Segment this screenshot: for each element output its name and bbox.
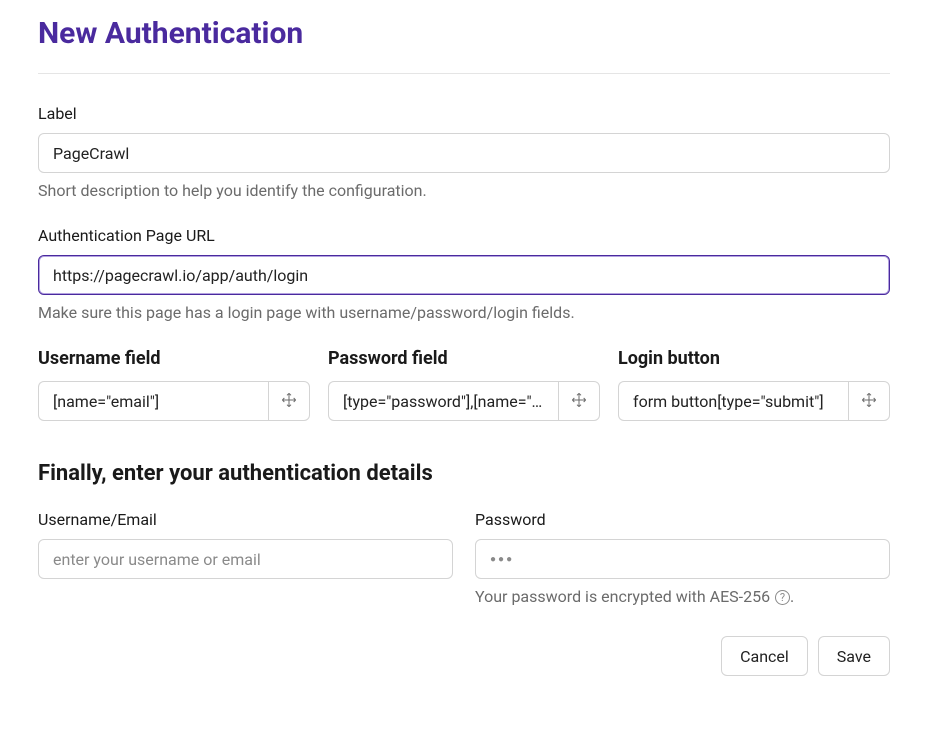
label-help: Short description to help you identify t… [38, 181, 890, 200]
username-selector-heading: Username field [38, 348, 310, 369]
password-label: Password [475, 510, 890, 529]
password-selector-picker-button[interactable] [558, 381, 600, 421]
label-group: Label Short description to help you iden… [38, 104, 890, 200]
username-input[interactable] [38, 539, 453, 579]
login-selector-heading: Login button [618, 348, 890, 369]
selector-row: Username field Password field Login butt… [38, 348, 890, 421]
info-icon[interactable]: ? [775, 590, 790, 605]
auth-url-group: Authentication Page URL Make sure this p… [38, 226, 890, 322]
username-selector-col: Username field [38, 348, 310, 421]
login-selector-col: Login button [618, 348, 890, 421]
password-placeholder-dots: ●●● [490, 554, 514, 565]
move-icon [861, 392, 877, 411]
password-selector-input[interactable] [328, 381, 558, 421]
login-selector-picker-button[interactable] [848, 381, 890, 421]
password-selector-heading: Password field [328, 348, 600, 369]
label-label: Label [38, 104, 890, 123]
password-cred-col: Password ●●● Your password is encrypted … [475, 510, 890, 606]
login-selector-input[interactable] [618, 381, 848, 421]
password-help: Your password is encrypted with AES-256 … [475, 587, 890, 606]
auth-url-label: Authentication Page URL [38, 226, 890, 245]
password-selector-col: Password field [328, 348, 600, 421]
auth-url-input[interactable] [38, 255, 890, 295]
save-button[interactable]: Save [818, 636, 890, 676]
footer-actions: Cancel Save [38, 636, 890, 676]
username-cred-col: Username/Email [38, 510, 453, 606]
move-icon [281, 392, 297, 411]
credentials-heading: Finally, enter your authentication detai… [38, 461, 890, 486]
username-selector-input[interactable] [38, 381, 268, 421]
username-selector-picker-button[interactable] [268, 381, 310, 421]
auth-url-help: Make sure this page has a login page wit… [38, 303, 890, 322]
credentials-row: Username/Email Password ●●● Your passwor… [38, 510, 890, 606]
password-input[interactable]: ●●● [475, 539, 890, 579]
username-label: Username/Email [38, 510, 453, 529]
label-input[interactable] [38, 133, 890, 173]
title-divider [38, 73, 890, 74]
move-icon [571, 392, 587, 411]
cancel-button[interactable]: Cancel [721, 636, 808, 676]
page-title: New Authentication [38, 16, 890, 51]
